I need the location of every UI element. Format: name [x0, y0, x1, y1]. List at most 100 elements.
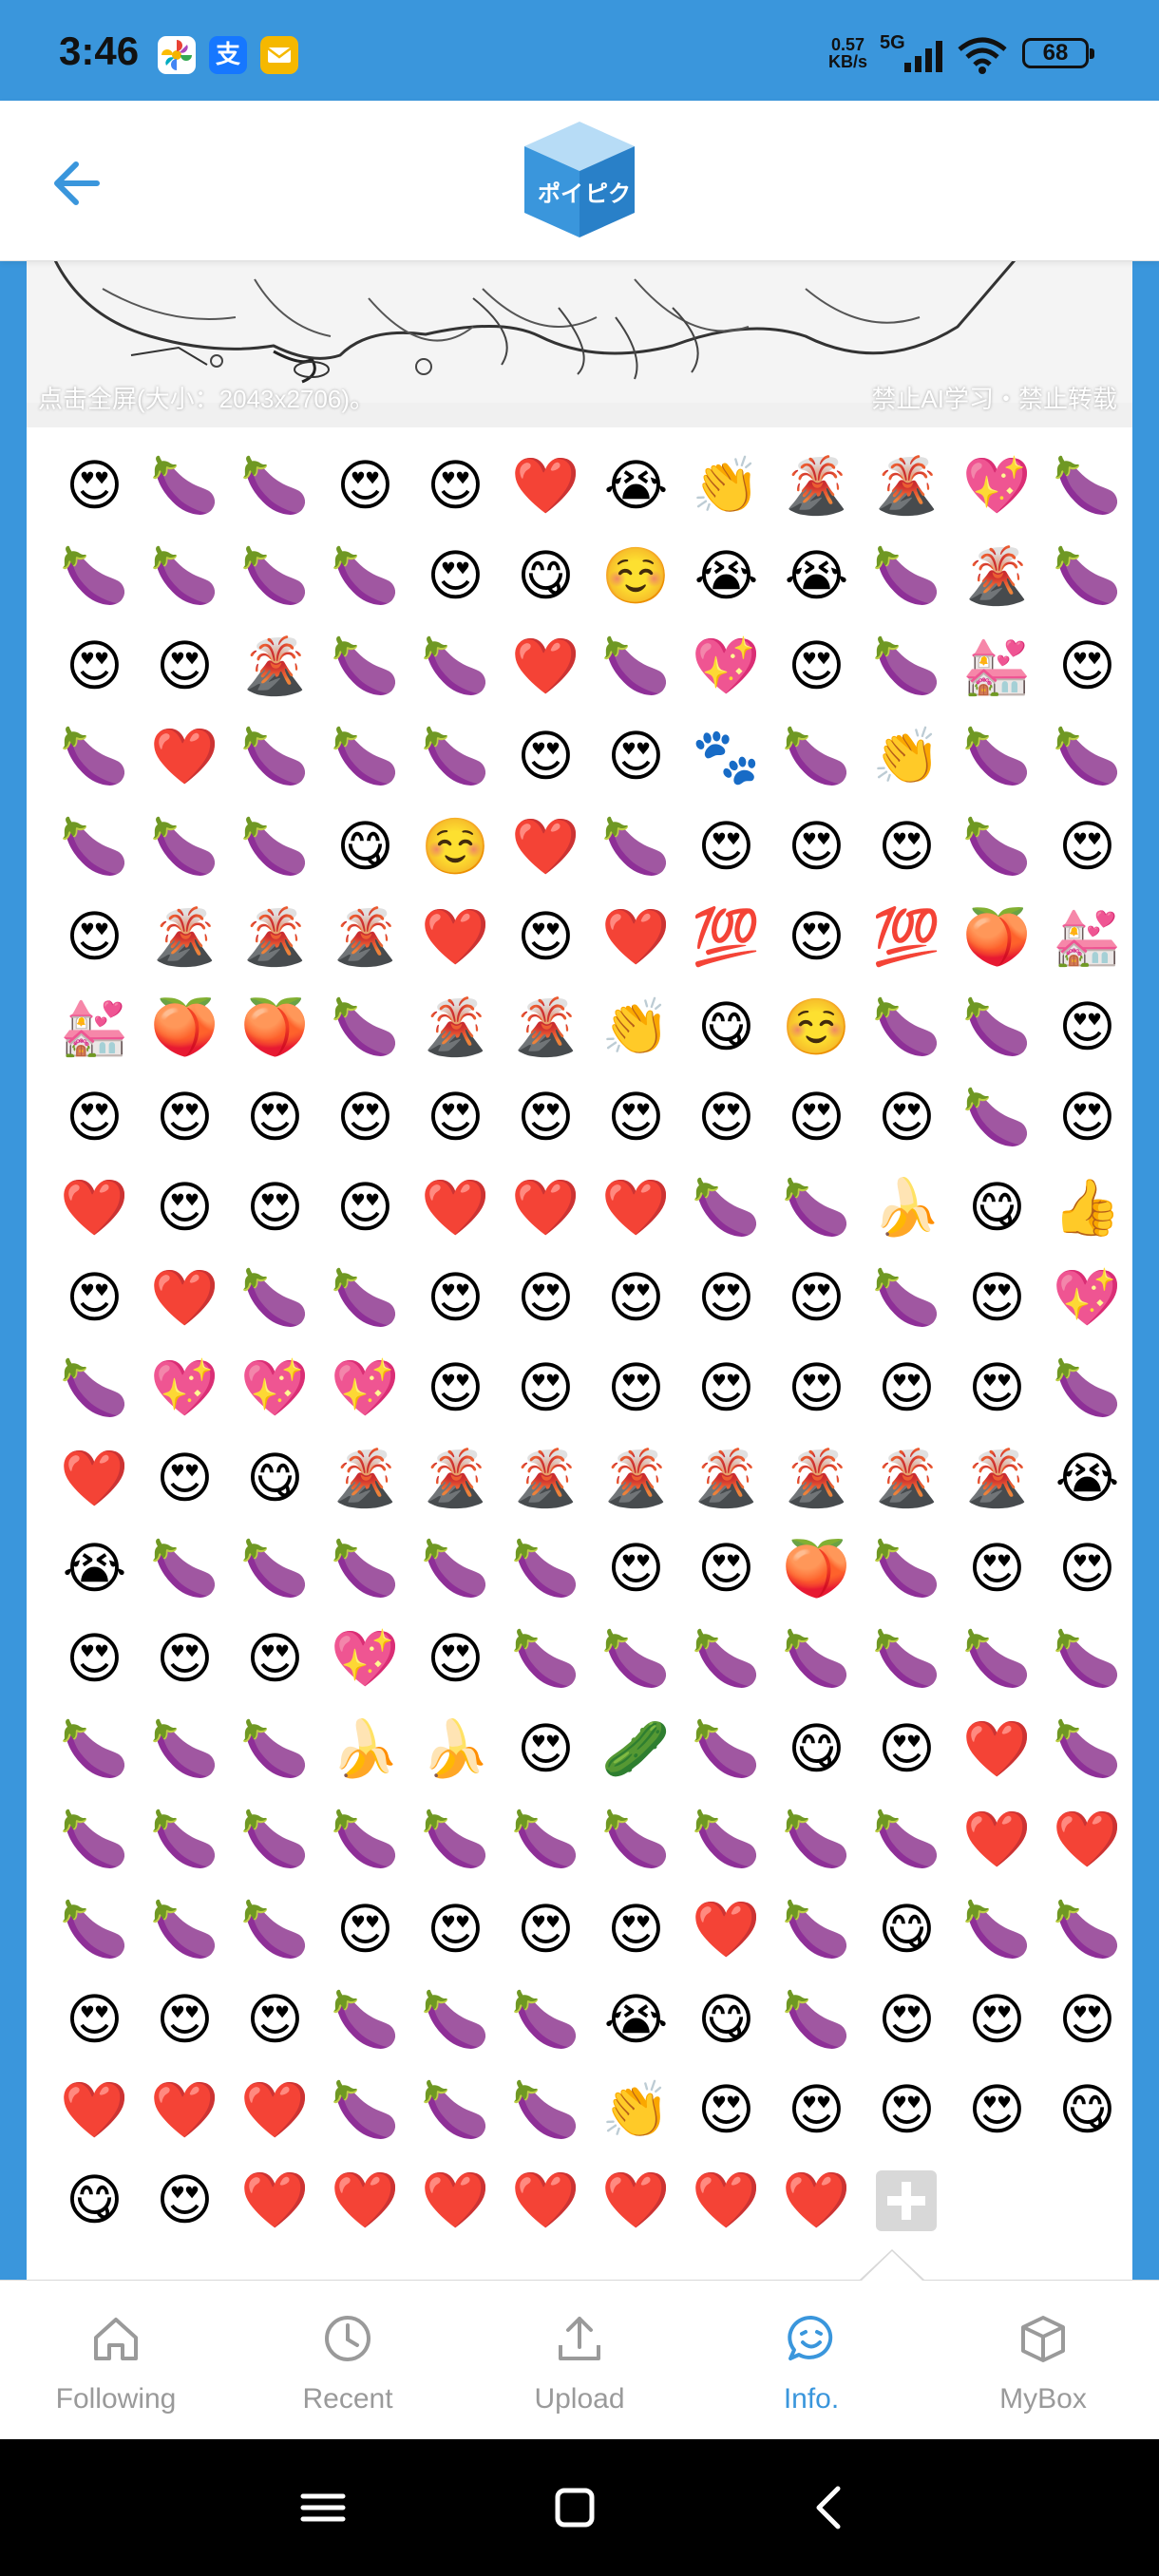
emoji-reaction: 🌋	[692, 1446, 761, 1510]
emoji-reaction: 🍆	[421, 1536, 490, 1601]
add-reaction-button[interactable]	[876, 2169, 937, 2231]
emoji-reaction: 😍	[427, 1355, 484, 1420]
emoji-reaction: ❤️	[962, 1807, 1032, 1871]
emoji-row: 😍 😍 🌋 🍆 🍆 ❤️ 🍆 💖 😍 🍆 💒 😍	[49, 621, 1132, 711]
emoji-reaction: ☺️	[421, 814, 490, 879]
nav-active-pointer	[860, 2249, 924, 2281]
nav-recent[interactable]: Recent	[232, 2281, 464, 2440]
emoji-row: 😍 🍆 🍆 😍 😍 ❤️ 😭 👏 🌋 🌋 💖 🍆	[49, 441, 1132, 531]
emoji-reaction: ❤️	[511, 453, 580, 518]
emoji-reaction: 😋	[968, 1175, 1026, 1240]
back-arrow-icon[interactable]	[48, 150, 114, 217]
emoji-reaction: 👍	[1053, 1175, 1122, 1240]
emoji-reaction: 🍆	[240, 1716, 310, 1781]
emoji-reaction: 🍆	[601, 1626, 671, 1691]
clock-icon	[325, 2316, 370, 2361]
emoji-reaction: 🍆	[150, 1716, 219, 1781]
clock: 3:46	[59, 28, 140, 73]
emoji-reaction: 🍆	[331, 724, 400, 788]
emoji-reaction: 🍆	[331, 994, 400, 1059]
emoji-reaction: 🍆	[331, 2077, 400, 2142]
emoji-row: 🍆 💖 💖 💖 😍 😍 😍 😍 😍 😍 😍 🍆	[49, 1343, 1132, 1433]
menu-icon[interactable]	[290, 2477, 356, 2538]
emoji-reaction: ❤️	[782, 2168, 851, 2232]
emoji-reaction: 🍆	[962, 724, 1032, 788]
home-square-icon[interactable]	[542, 2477, 608, 2538]
emoji-reaction: 😍	[336, 1175, 394, 1240]
emoji-reaction: 😍	[607, 724, 665, 788]
emoji-reaction: ❤️	[1053, 1807, 1122, 1871]
back-icon[interactable]	[796, 2477, 863, 2538]
emoji-reaction: 🍆	[331, 543, 400, 608]
emoji-reaction: 🍆	[1053, 1355, 1122, 1420]
emoji-row: 🍆 🍆 🍆 😍 😍 😍 😍 ❤️ 🍆 😋 🍆 🍆	[49, 1885, 1132, 1975]
emoji-row: 😋 😍 ❤️ ❤️ ❤️ ❤️ ❤️ ❤️ ❤️	[49, 2155, 1132, 2245]
emoji-reaction: 😍	[66, 904, 124, 969]
emoji-reaction: 💯	[692, 904, 761, 969]
emoji-reaction: 🍆	[240, 453, 310, 518]
net-speed-value: 0.57	[830, 35, 865, 54]
emoji-reaction: 🍆	[872, 1626, 941, 1691]
emoji-reaction: 🍆	[240, 724, 310, 788]
emoji-reaction: 🍆	[962, 1897, 1032, 1961]
emoji-reaction-grid: 😍 🍆 🍆 😍 😍 ❤️ 😭 👏 🌋 🌋 💖 🍆 🍆 🍆 🍆 🍆 😍 😋 ☺️ 😭 😭 🍆 🌋 🍆 😍 😍 🌋 🍆 🍆 ❤️ 🍆 💖 😍 🍆 💒 😍 🍆…	[49, 441, 1132, 2245]
emoji-row: 😍 😍 😍 🍆 🍆 🍆 😭 😋 🍆 😍 😍 😍	[49, 1975, 1132, 2065]
emoji-reaction: 😍	[427, 1265, 484, 1330]
emoji-reaction: 🍆	[331, 1807, 400, 1871]
emoji-reaction: 🍆	[150, 1536, 219, 1601]
emoji-reaction: 😍	[156, 1085, 214, 1149]
emoji-reaction: 😍	[517, 904, 575, 969]
emoji-reaction: 🍆	[511, 1987, 580, 2052]
emoji-reaction: 😍	[1058, 1536, 1116, 1601]
emoji-reaction: 🍆	[782, 1987, 851, 2052]
emoji-row: ❤️ 😍 😋 🌋 🌋 🌋 🌋 🌋 🌋 🌋 🌋 😭	[49, 1433, 1132, 1524]
poipiku-logo[interactable]: ポイ ピク	[517, 118, 642, 241]
emoji-reaction: 😍	[246, 1085, 304, 1149]
emoji-reaction: 🐾	[692, 724, 761, 788]
nav-upload[interactable]: Upload	[464, 2281, 695, 2440]
emoji-reaction: 😍	[427, 543, 484, 608]
emoji-reaction: 🍆	[511, 2077, 580, 2142]
nav-mybox[interactable]: MyBox	[927, 2281, 1159, 2440]
fullscreen-info[interactable]: 点击全屏(大小：2043x2706)。	[38, 380, 374, 415]
nav-label-recent: Recent	[302, 2383, 393, 2415]
emoji-reaction: 💖	[331, 1626, 400, 1691]
emoji-reaction: 😍	[66, 1987, 124, 2052]
emoji-reaction: 🍆	[962, 814, 1032, 879]
emoji-reaction: 😍	[246, 1626, 304, 1691]
emoji-reaction: 😍	[427, 1626, 484, 1691]
emoji-reaction: 🌋	[872, 1446, 941, 1510]
emoji-row: 😍 😍 😍 😍 😍 😍 😍 😍 😍 😍 🍆 😍	[49, 1072, 1132, 1163]
emoji-reaction: 🍆	[331, 1265, 400, 1330]
status-bar: 3:46 支 0.57 KB/s 5G 68	[0, 0, 1159, 101]
emoji-reaction: 🍆	[331, 1536, 400, 1601]
emoji-reaction: 🍆	[962, 1626, 1032, 1691]
emoji-reaction: 😍	[697, 1355, 755, 1420]
emoji-reaction: 😍	[607, 1897, 665, 1961]
emoji-reaction: 🍆	[782, 1175, 851, 1240]
emoji-reaction: 💖	[1053, 1265, 1122, 1330]
emoji-reaction: 😍	[878, 814, 936, 879]
emoji-reaction: 😍	[336, 453, 394, 518]
signal-icon	[904, 41, 942, 72]
emoji-reaction: 😍	[1058, 634, 1116, 698]
emoji-reaction: 🍆	[60, 814, 129, 879]
net-speed-unit: KB/s	[828, 52, 868, 71]
emoji-reaction: 😭	[62, 1536, 127, 1601]
nav-info[interactable]: Info.	[695, 2281, 927, 2440]
emoji-row: 😭 🍆 🍆 🍆 🍆 🍆 😍 😍 🍑 🍆 😍 😍	[49, 1524, 1132, 1614]
nav-following[interactable]: Following	[0, 2281, 232, 2440]
network-type: 5G	[880, 32, 905, 53]
emoji-row: 😍 ❤️ 🍆 🍆 😍 😍 😍 😍 😍 🍆 😍 💖	[49, 1253, 1132, 1343]
emoji-reaction: 😍	[968, 2077, 1026, 2142]
emoji-reaction: 🍆	[60, 1716, 129, 1781]
emoji-reaction: 😍	[788, 1265, 846, 1330]
emoji-reaction: 🍆	[421, 634, 490, 698]
illustration-image[interactable]: 点击全屏(大小：2043x2706)。 禁止AI学习・禁止转载	[27, 260, 1132, 427]
emoji-reaction: 🍆	[962, 994, 1032, 1059]
emoji-reaction: 😍	[968, 1265, 1026, 1330]
emoji-reaction: 🍌	[872, 1175, 941, 1240]
emoji-reaction: 😍	[156, 1987, 214, 2052]
emoji-reaction: 😍	[788, 2077, 846, 2142]
emoji-reaction: 🍆	[421, 1807, 490, 1871]
